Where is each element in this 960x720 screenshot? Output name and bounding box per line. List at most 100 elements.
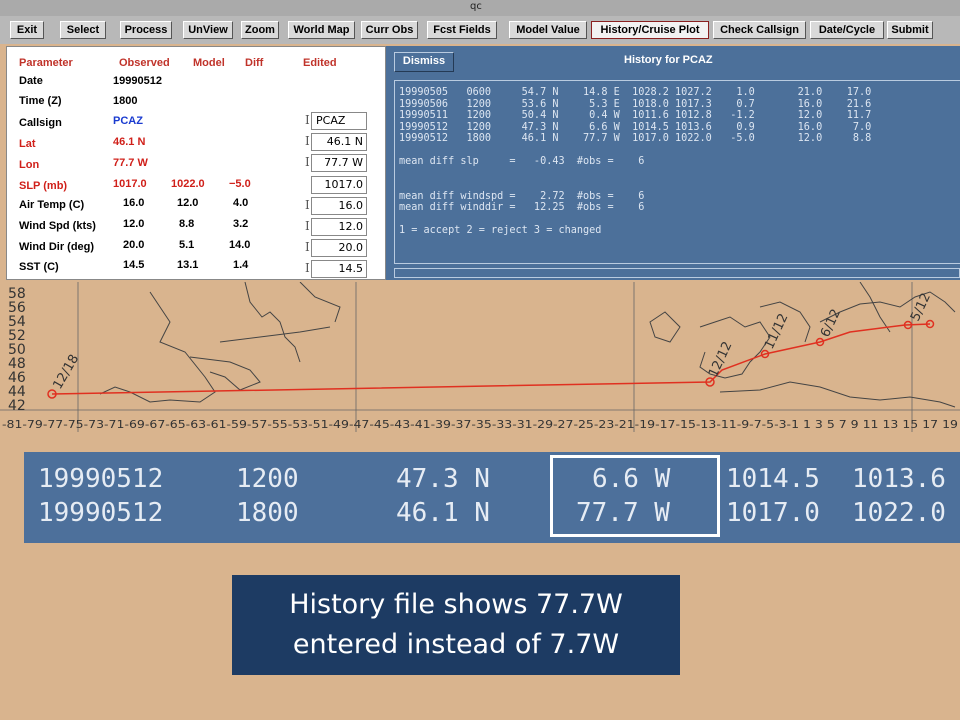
- diff-sst: 1.4: [233, 259, 249, 271]
- zoom-row-1-time: 1200: [236, 464, 299, 494]
- select-button[interactable]: Select: [60, 21, 106, 39]
- history-line: 1 = accept 2 = reject 3 = changed: [399, 225, 602, 236]
- history-line: 19990506 1200 53.6 N 5.3 E 1018.0 1017.3…: [399, 98, 872, 110]
- diff-wind-spd: 3.2: [233, 218, 249, 230]
- date-cycle-button[interactable]: Date/Cycle: [810, 21, 884, 39]
- latitude-label: 42: [8, 398, 26, 414]
- edited-wind-spd-field[interactable]: 12.0: [311, 218, 367, 236]
- window-titlebar: qc: [0, 0, 960, 17]
- zoom-row-2-time: 1800: [236, 498, 299, 528]
- observed-header: Observed: [119, 57, 170, 69]
- param-label-lon: Lon: [19, 159, 40, 171]
- param-label-wind-spd: Wind Spd (kts): [19, 220, 96, 232]
- parameter-panel: Parameter Observed Model Diff Edited Dat…: [6, 46, 386, 280]
- model-slp: 1022.0: [171, 178, 205, 190]
- cruise-map[interactable]: 58 56 54 52 50 48 46 44 42 -81-79-77-75-73-71-69…: [0, 281, 960, 432]
- text-cursor-icon: I: [305, 134, 310, 148]
- observed-sst: 14.5: [123, 259, 145, 271]
- edited-header: Edited: [303, 57, 337, 69]
- zoom-row-1-slp: 1014.5: [726, 464, 820, 494]
- edited-slp-field[interactable]: 1017.0: [311, 176, 367, 194]
- param-label-callsign: Callsign: [19, 117, 62, 129]
- diff-air-temp: 4.0: [233, 197, 249, 209]
- observed-time: 1800: [113, 95, 138, 107]
- zoom-row-1-date: 19990512: [38, 464, 164, 494]
- observed-wind-dir: 20.0: [123, 239, 145, 251]
- zoom-row-2-model-slp: 1022.0: [852, 498, 946, 528]
- observed-wind-spd: 12.0: [123, 218, 145, 230]
- edited-callsign-field[interactable]: PCAZ: [311, 112, 367, 130]
- zoom-row-1: 19990512 1200 47.3 N 6.6 W 1014.5 1013.6: [24, 464, 960, 496]
- observed-date: 19990512: [113, 75, 162, 87]
- observed-lat: 46.1 N: [113, 136, 146, 148]
- process-button[interactable]: Process: [120, 21, 172, 39]
- text-cursor-icon: I: [305, 155, 310, 169]
- model-sst: 13.1: [177, 259, 199, 271]
- text-cursor-icon: I: [305, 219, 310, 233]
- history-line: 19990512 1800 46.1 N 77.7 W 1017.0 1022.…: [399, 133, 872, 144]
- world-map-button[interactable]: World Map: [288, 21, 355, 39]
- zoomed-history-rows: 19990512 1200 47.3 N 6.6 W 1014.5 1013.6…: [24, 452, 960, 543]
- model-wind-spd: 8.8: [179, 218, 195, 230]
- diff-slp: −5.0: [229, 178, 251, 190]
- dismiss-button[interactable]: Dismiss: [394, 52, 454, 72]
- curr-obs-button[interactable]: Curr Obs: [361, 21, 418, 39]
- param-label-sst: SST (C): [19, 261, 59, 273]
- model-air-temp: 12.0: [177, 197, 199, 209]
- edited-sst-field[interactable]: 14.5: [311, 260, 367, 278]
- history-line: [399, 214, 960, 226]
- model-value-button[interactable]: Model Value: [509, 21, 587, 39]
- history-line: mean diff windspd = 2.72 #obs = 6: [399, 190, 645, 202]
- text-cursor-icon: I: [305, 261, 310, 275]
- text-cursor-icon: I: [305, 198, 310, 212]
- param-label-lat: Lat: [19, 138, 36, 150]
- submit-button[interactable]: Submit: [887, 21, 933, 39]
- param-label-air-temp: Air Temp (C): [19, 199, 85, 211]
- zoom-row-1-model-slp: 1013.6: [852, 464, 946, 494]
- history-line: [399, 179, 960, 191]
- history-line: 19990511 1200 50.4 N 0.4 W 1011.6 1012.8…: [399, 110, 872, 121]
- zoom-row-2: 19990512 1800 46.1 N 77.7 W 1017.0 1022.…: [24, 498, 960, 530]
- window-title: qc: [470, 1, 482, 12]
- zoom-button[interactable]: Zoom: [241, 21, 279, 39]
- history-line: mean diff winddir = 12.25 #obs = 6: [399, 202, 645, 213]
- observed-lon: 77.7 W: [113, 157, 148, 169]
- longitude-highlight-box: [550, 455, 720, 537]
- history-line: mean diff slp = -0.43 #obs = 6: [399, 156, 645, 167]
- param-label-slp: SLP (mb): [19, 180, 68, 192]
- diff-wind-dir: 14.0: [229, 239, 251, 251]
- zoom-row-1-lat: 47.3 N: [396, 464, 490, 494]
- fcst-fields-button[interactable]: Fcst Fields: [427, 21, 497, 39]
- zoom-row-2-slp: 1017.0: [726, 498, 820, 528]
- check-callsign-button[interactable]: Check Callsign: [713, 21, 806, 39]
- callout-line-2: entered instead of 7.7W: [292, 629, 620, 660]
- history-title: History for PCAZ: [624, 54, 713, 66]
- history-panel: Dismiss History for PCAZ 19990505 0600 5…: [386, 46, 960, 280]
- history-line: [399, 145, 960, 157]
- callout-line-1: History file shows 77.7W: [289, 589, 623, 620]
- zoom-row-2-lat: 46.1 N: [396, 498, 490, 528]
- observed-slp: 1017.0: [113, 178, 147, 190]
- history-horizontal-scrollbar[interactable]: [394, 268, 960, 278]
- text-cursor-icon: I: [305, 113, 310, 127]
- edited-air-temp-field[interactable]: 16.0: [311, 197, 367, 215]
- latitude-labels: 585654525048464442: [8, 286, 26, 414]
- exit-button[interactable]: Exit: [10, 21, 44, 39]
- history-line: 19990512 1200 47.3 N 6.6 W 1014.5 1013.6…: [399, 121, 872, 133]
- zoom-row-2-date: 19990512: [38, 498, 164, 528]
- edited-lon-field[interactable]: 77.7 W: [311, 154, 367, 172]
- history-text-area[interactable]: 19990505 0600 54.7 N 14.8 E 1028.2 1027.…: [394, 80, 960, 264]
- unview-button[interactable]: UnView: [183, 21, 233, 39]
- diff-header: Diff: [245, 57, 264, 69]
- observed-callsign: PCAZ: [113, 115, 143, 127]
- edited-wind-dir-field[interactable]: 20.0: [311, 239, 367, 257]
- longitude-axis-labels: -81-79-77-75-73-71-69-67-65-63-61-59-57-…: [2, 418, 958, 431]
- history-line: [399, 168, 960, 180]
- param-label-wind-dir: Wind Dir (deg): [19, 241, 95, 253]
- observed-air-temp: 16.0: [123, 197, 145, 209]
- edited-lat-field[interactable]: 46.1 N: [311, 133, 367, 151]
- parameter-header: Parameter: [19, 57, 73, 69]
- model-wind-dir: 5.1: [179, 239, 195, 251]
- history-cruise-plot-button[interactable]: History/Cruise Plot: [591, 21, 709, 39]
- toolbar: Exit Select Process UnView Zoom World Ma…: [0, 16, 960, 44]
